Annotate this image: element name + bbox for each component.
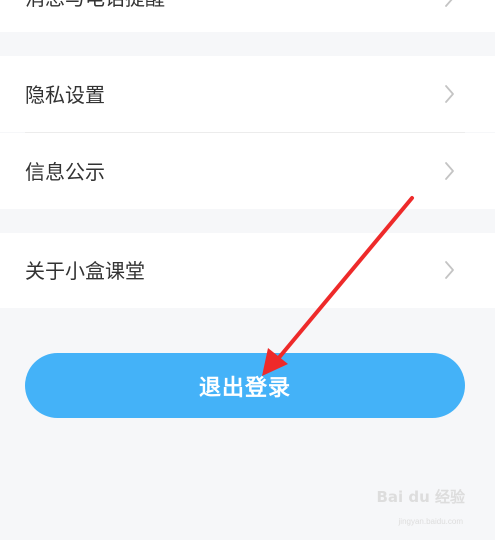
watermark-url: jingyan.baidu.com bbox=[398, 517, 463, 526]
settings-item-label: 信息公示 bbox=[25, 160, 105, 184]
settings-item-label: 隐私设置 bbox=[25, 83, 105, 107]
logout-button[interactable]: 退出登录 bbox=[25, 353, 465, 418]
settings-item-about[interactable]: 关于小盒课堂 bbox=[0, 233, 495, 308]
chevron-right-icon bbox=[445, 0, 453, 7]
settings-item-privacy[interactable]: 隐私设置 bbox=[0, 56, 495, 132]
chevron-right-icon bbox=[445, 261, 454, 279]
chevron-right-icon bbox=[445, 85, 454, 103]
settings-item-info-disclosure[interactable]: 信息公示 bbox=[0, 133, 495, 209]
watermark-logo: Bai du 经验 bbox=[376, 488, 465, 506]
settings-item-notifications[interactable]: 消息与电话提醒 bbox=[0, 0, 495, 32]
chevron-right-icon bbox=[445, 162, 454, 180]
settings-item-label: 关于小盒课堂 bbox=[25, 259, 145, 283]
settings-item-label: 消息与电话提醒 bbox=[25, 0, 165, 10]
